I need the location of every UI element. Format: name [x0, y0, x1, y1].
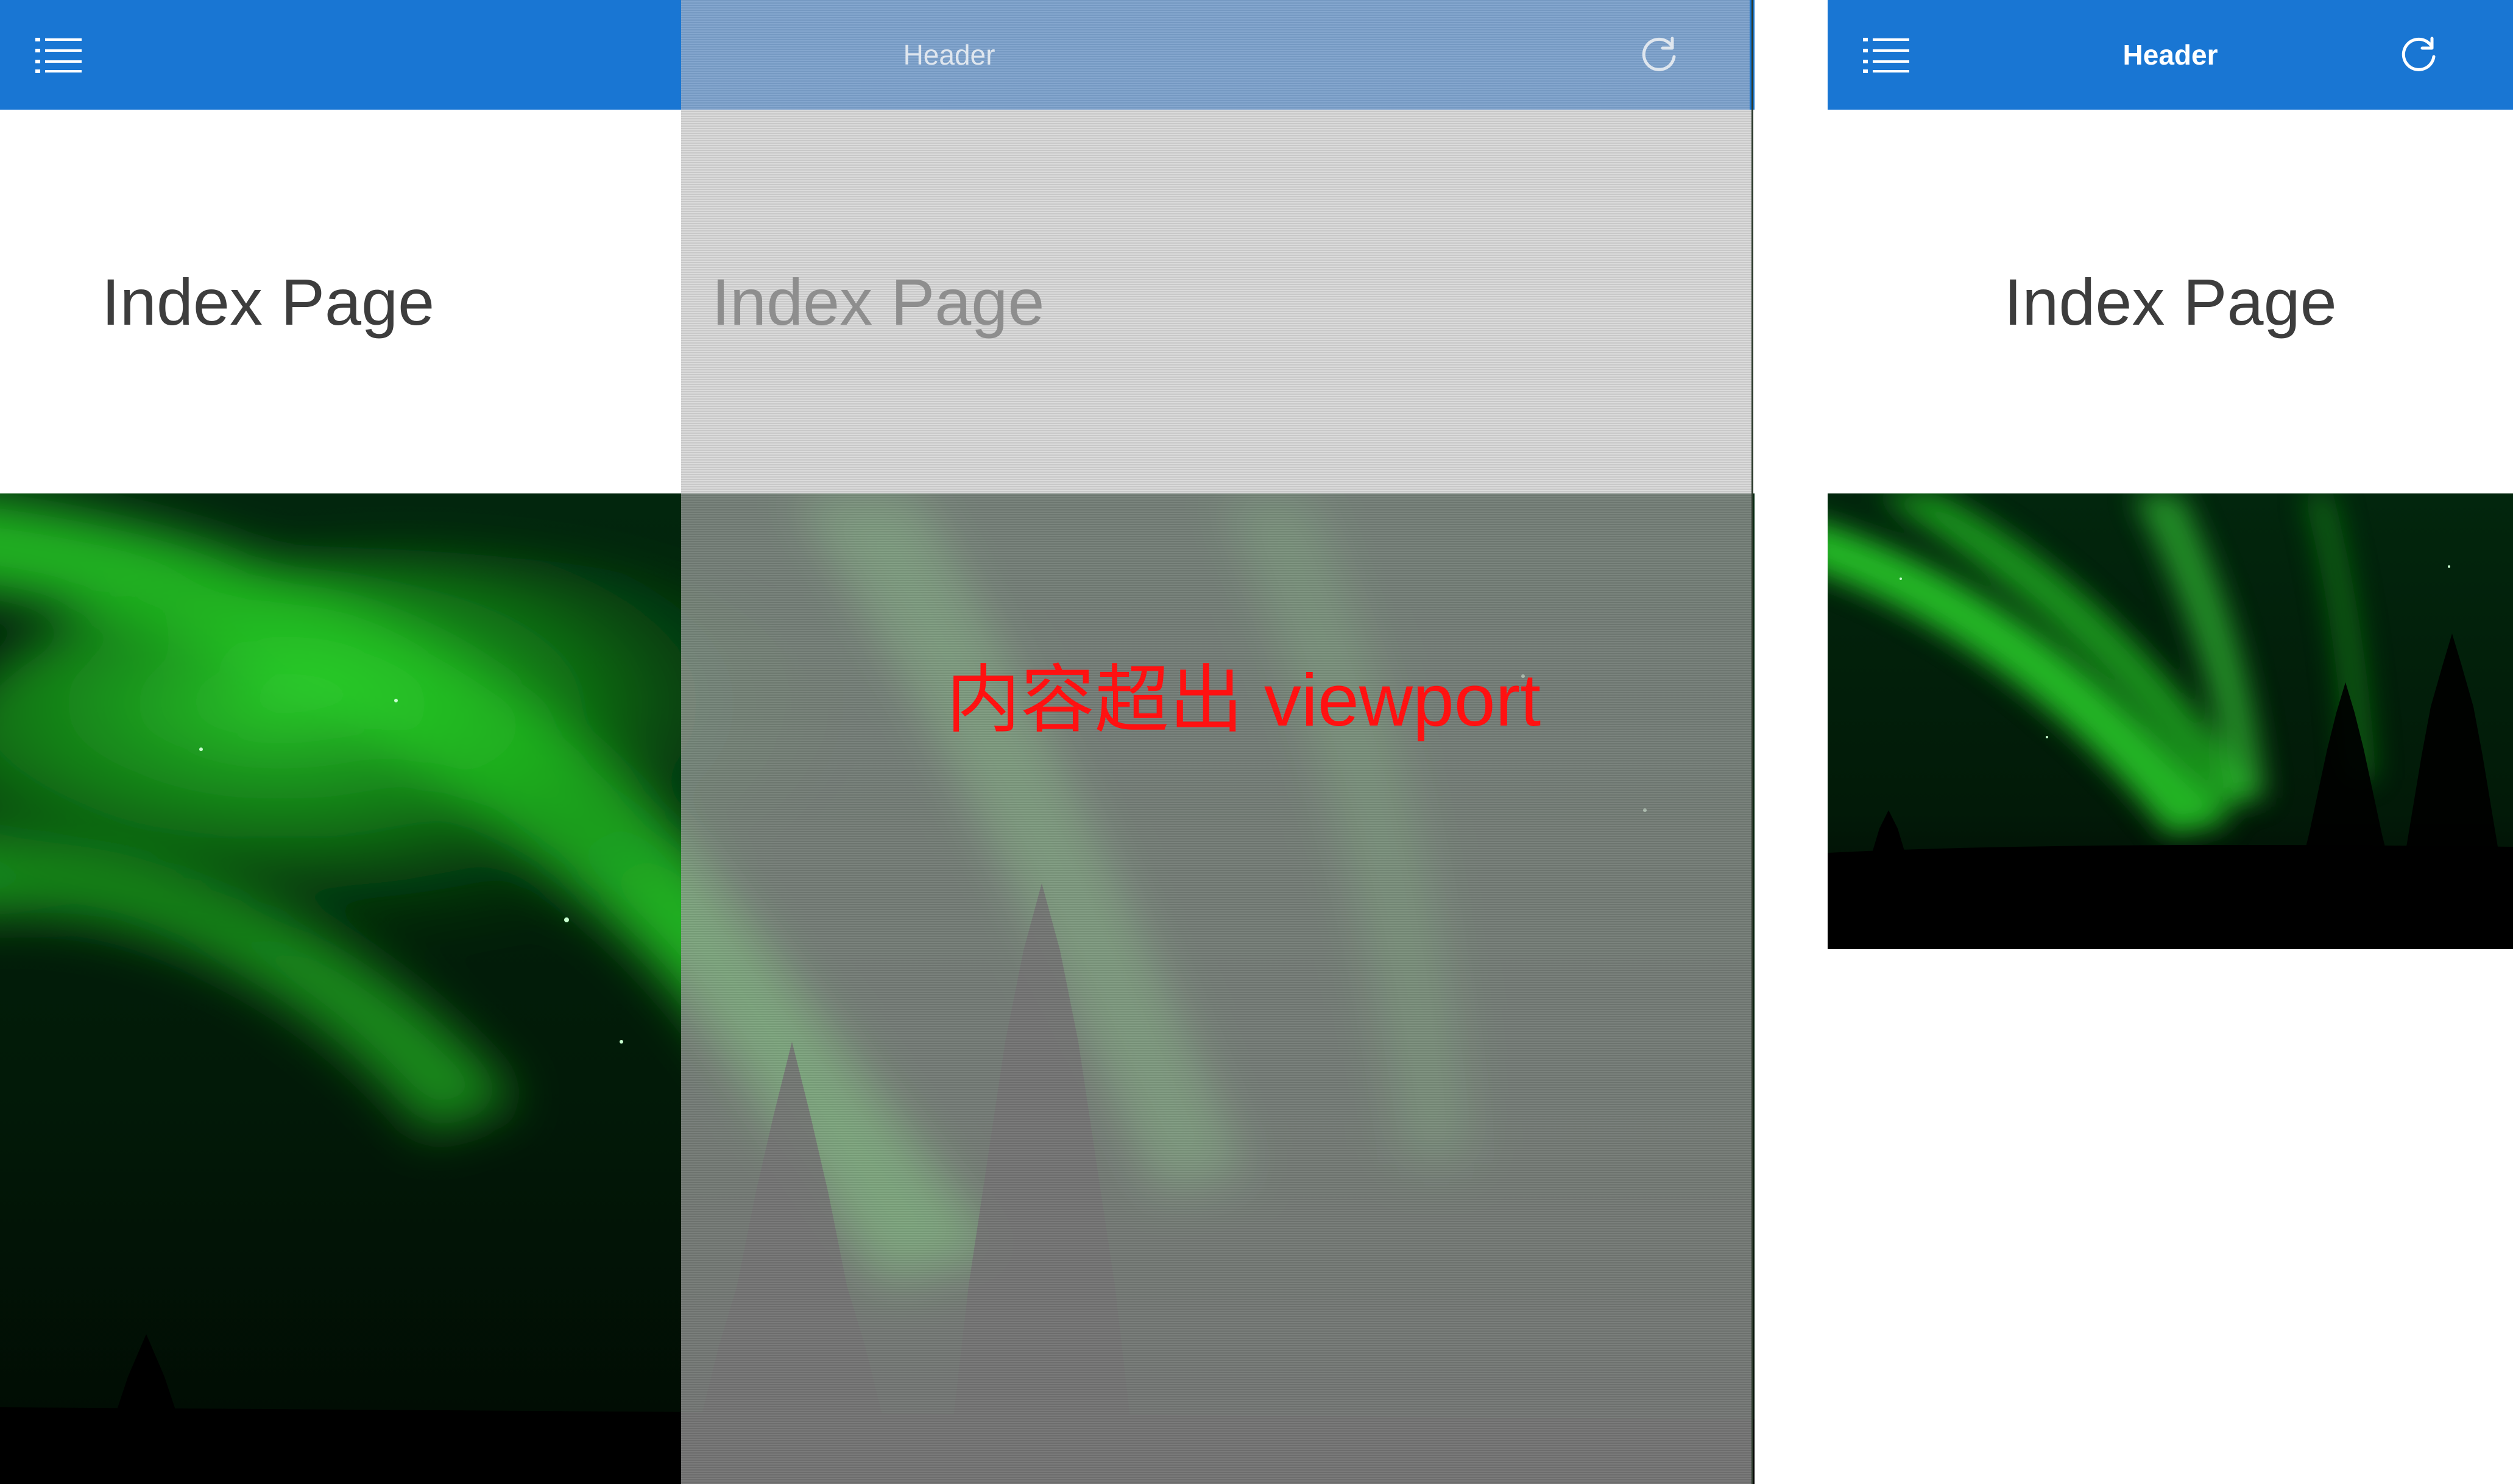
- overlay-header: Header: [681, 0, 1751, 110]
- overlay-title-region: Index Page: [681, 110, 1751, 493]
- comparison-canvas: Index Page Header Index Page 内容超出 viewpo…: [0, 0, 2513, 1484]
- overlay-page-title: Index Page: [712, 264, 1045, 339]
- overflow-annotation: 内容超出 viewport: [946, 659, 1541, 741]
- overflow-page-render: Index Page Header Index Page 内容超出 viewpo…: [0, 0, 1755, 1484]
- overlay-header-title: Header: [903, 39, 995, 71]
- refresh-icon[interactable]: [1638, 34, 1680, 76]
- app-header-mobile: Header: [1828, 0, 2513, 110]
- mobile-page-render: Header Index Page: [1828, 0, 2513, 1484]
- viewport-overlay: Header Index Page 内容超出 viewport: [681, 0, 1753, 1484]
- aurora-image: [1828, 493, 2513, 949]
- list-icon[interactable]: [35, 35, 82, 74]
- page-title: Index Page: [2004, 264, 2337, 339]
- refresh-icon[interactable]: [2397, 34, 2440, 76]
